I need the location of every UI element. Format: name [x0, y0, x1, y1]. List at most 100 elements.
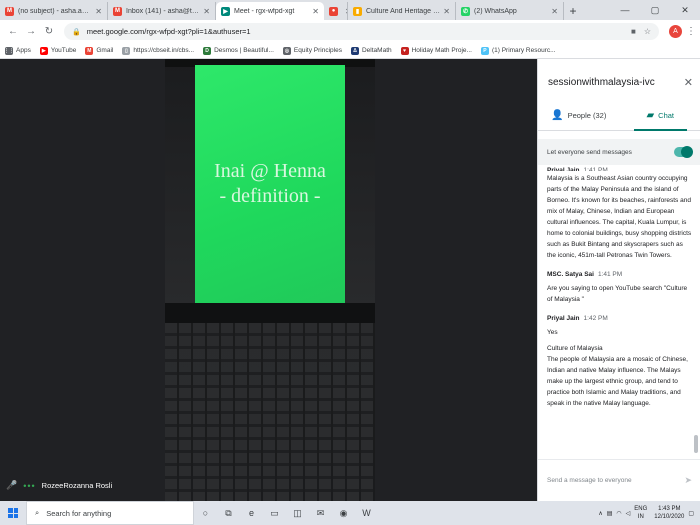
chat-icon: ▰ [646, 110, 655, 121]
bookmark-item[interactable]: ▯ https://cbseit.in/cbs... [122, 46, 195, 55]
browser-menu-icon[interactable]: ⋮ [686, 26, 696, 37]
bookmark-item[interactable]: P (1) Primary Resourc... [480, 46, 556, 55]
gmail-icon: M [5, 6, 14, 16]
send-messages-toggle[interactable] [674, 146, 693, 158]
taskbar-clock[interactable]: 1:43 PM 12/10/2020 [654, 505, 684, 521]
desmos-icon: D [203, 46, 212, 55]
clock-time: 1:43 PM [658, 506, 681, 512]
maximize-button[interactable]: ▢ [640, 0, 670, 20]
file-explorer-icon[interactable]: ▭ [263, 501, 286, 525]
taskbar-search-placeholder: Search for anything [46, 508, 112, 518]
tab-title: Culture And Heritage - Organisat [366, 7, 440, 15]
input-language[interactable]: ENG IN [634, 505, 647, 521]
laptop-bezel [165, 303, 375, 323]
tab-people[interactable]: 👤 People (32) [538, 101, 620, 130]
chat-messages: Priyal Jain 1:41 PM Malaysia is a Southeas… [538, 167, 700, 459]
close-window-button[interactable]: ✕ [670, 0, 700, 20]
bookmark-label: Apps [16, 47, 31, 54]
star-icon[interactable]: ☆ [644, 27, 651, 36]
volume-icon[interactable]: ◁ [626, 510, 631, 517]
word-icon[interactable]: W [355, 501, 378, 525]
browser-tab[interactable]: M (no subject) - asha.ashok03@gm✕ [0, 2, 108, 20]
bookmark-item[interactable]: ♥ Holiday Math Proje... [400, 46, 472, 55]
message-time: 1:42 PM [583, 315, 608, 322]
bookmark-item[interactable]: M Gmail [85, 46, 113, 55]
tab-chat[interactable]: ▰ Chat [620, 101, 700, 131]
tab-title: (no subject) - asha.ashok03@gm [18, 7, 92, 15]
message-sender: MSC. Satya Sai [547, 271, 594, 278]
shared-slide: Inai @ Henna - definition - [195, 65, 345, 303]
browser-tab[interactable]: ✆ (2) WhatsApp ✕ [456, 2, 564, 20]
start-button[interactable] [0, 501, 26, 525]
presenter-name: RozeeRozanna Rosli [41, 481, 113, 490]
camera-permission-icon[interactable]: ■ [631, 27, 636, 36]
back-arrow-icon[interactable]: ← [4, 23, 22, 41]
microphone-icon: 🎤 [6, 480, 18, 490]
bookmark-label: DeltaMath [361, 47, 392, 54]
browser-tab-strip: M(no subject) - asha.ashok03@gm✕MInbox (… [0, 0, 700, 20]
windows-logo-icon [8, 508, 18, 518]
chat-message: MSC. Satya Sai 1:41 PM Are you saying to o… [547, 271, 692, 305]
bookmark-item[interactable]: D Desmos | Beautiful... [203, 46, 274, 55]
minimize-button[interactable]: — [610, 0, 640, 20]
reload-icon[interactable]: ↻ [40, 23, 58, 41]
profile-avatar[interactable]: A [669, 25, 682, 38]
panel-header: sessionwithmalaysia-ivc ✕ [548, 76, 693, 89]
gmail-icon: M [85, 46, 94, 55]
message-header: Priyal Jain 1:42 PM [547, 315, 692, 322]
close-panel-icon[interactable]: ✕ [684, 76, 693, 89]
bookmark-item[interactable]: ⋮⋮ Apps [4, 46, 31, 55]
browser-toolbar: ← → ↻ 🔒 meet.google.com/rgx-wfpd-xgt?pli… [0, 20, 700, 43]
close-tab-icon[interactable]: ✕ [203, 7, 210, 16]
close-tab-icon[interactable]: ✕ [95, 7, 102, 16]
chrome-icon[interactable]: ◉ [332, 501, 355, 525]
bookmark-item[interactable]: Δ DeltaMath [350, 46, 392, 55]
send-icon[interactable]: ➤ [684, 475, 692, 486]
message-text: Malaysia is a Southeast Asian country oc… [547, 175, 692, 259]
system-tray: ∧ ▤ ◠ ◁ ENG IN 1:43 PM 12/10/2020 ▢ [598, 501, 700, 525]
gmail-icon: M [113, 6, 122, 16]
clock-date: 12/10/2020 [654, 514, 685, 520]
edge-icon[interactable]: e [240, 501, 263, 525]
wifi-icon[interactable]: ◠ [616, 510, 621, 517]
mail-icon[interactable]: ✉ [309, 501, 332, 525]
globe-icon: ◎ [282, 46, 291, 55]
chat-scrollbar[interactable] [694, 435, 698, 453]
tab-title: Meet - rgx-wfpd-xgt [234, 7, 295, 15]
address-bar[interactable]: 🔒 meet.google.com/rgx-wfpd-xgt?pli=1&aut… [64, 23, 659, 40]
bookmark-label: YouTube [50, 47, 77, 54]
close-tab-icon[interactable]: ✕ [443, 7, 450, 16]
taskbar-search[interactable]: ⌕ Search for anything [26, 501, 194, 525]
chat-message-input[interactable] [547, 477, 685, 484]
meeting-title: sessionwithmalaysia-ivc [548, 77, 655, 88]
lock-icon: 🔒 [72, 28, 81, 36]
network-icon[interactable]: ▤ [607, 510, 613, 517]
message-text: Are you saying to open YouTube search "C… [547, 285, 688, 303]
browser-tab[interactable]: ▮ Culture And Heritage - Organisat✕ [348, 2, 456, 20]
cortana-icon[interactable]: ○ [194, 501, 217, 525]
tray-chevron-icon[interactable]: ∧ [598, 510, 602, 517]
bookmark-item[interactable]: ▶ YouTube [39, 46, 77, 55]
tab-people-label: People (32) [567, 111, 607, 120]
close-tab-icon[interactable]: ✕ [551, 7, 558, 16]
notifications-icon[interactable]: ▢ [688, 510, 694, 517]
bookmark-item[interactable]: ◎ Equity Principles [282, 46, 342, 55]
new-tab-button[interactable]: + [564, 2, 582, 20]
forward-arrow-icon[interactable]: → [22, 23, 40, 41]
people-icon: 👤 [551, 110, 564, 121]
send-messages-label: Let everyone send messages [547, 148, 632, 156]
meet-icon: ▶ [221, 6, 230, 16]
close-tab-icon[interactable]: ✕ [312, 7, 319, 16]
meeting-side-panel: sessionwithmalaysia-ivc ✕ 👤 People (32) … [537, 59, 700, 501]
bookmark-label: https://cbseit.in/cbs... [133, 47, 195, 54]
message-sender: Priyal Jain [547, 167, 580, 171]
page-icon: ▯ [122, 46, 131, 55]
browser-tab[interactable]: ●✕ [324, 2, 348, 20]
message-time: 1:41 PM [583, 167, 608, 171]
browser-tab[interactable]: ▶ Meet - rgx-wfpd-xgt ✕ [216, 2, 324, 20]
tab-list: M(no subject) - asha.ashok03@gm✕MInbox (… [0, 0, 564, 20]
task-view-icon[interactable]: ⧉ [217, 501, 240, 525]
presenter-video: Inai @ Henna - definition - [165, 59, 375, 501]
store-icon[interactable]: ◫ [286, 501, 309, 525]
browser-tab[interactable]: M Inbox (141) - asha@theindiansch✕ [108, 2, 216, 20]
